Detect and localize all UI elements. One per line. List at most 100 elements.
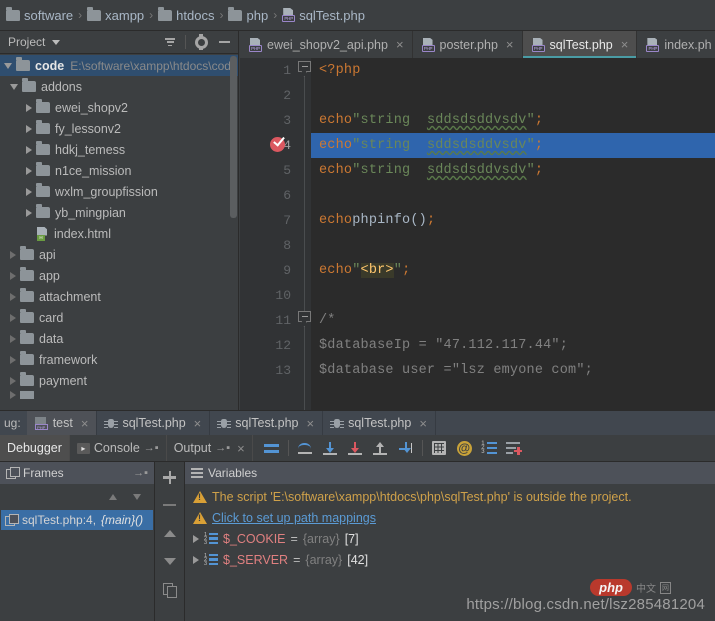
breadcrumb-item-php[interactable]: php <box>228 8 268 23</box>
show-variables-button[interactable]: 123 <box>477 435 502 461</box>
close-icon[interactable]: × <box>506 38 514 51</box>
tree-item-wxlm-groupfission[interactable]: wxlm_groupfission <box>0 181 238 202</box>
tree-item-framework[interactable]: framework <box>0 349 238 370</box>
session-tab-sqltest-3[interactable]: sqlTest.php × <box>323 411 436 435</box>
tab-sqltest-php[interactable]: PHP sqlTest.php × <box>523 31 638 58</box>
tree-item-fy-lessonv2[interactable]: fy_lessonv2 <box>0 118 238 139</box>
evaluate-expression-button[interactable] <box>427 435 452 461</box>
collapse-all-button[interactable] <box>160 33 180 52</box>
tree-item-payment[interactable]: payment <box>0 370 238 391</box>
step-out-button[interactable] <box>368 435 393 461</box>
mute-breakpoints-button[interactable] <box>502 435 527 461</box>
close-icon[interactable]: × <box>307 417 315 430</box>
step-into-button[interactable] <box>318 435 343 461</box>
copy-value-button[interactable] <box>158 578 182 600</box>
tab-output[interactable]: Output →▪ × <box>167 435 253 461</box>
breakpoint-icon[interactable] <box>270 137 285 152</box>
session-tab-sqltest-2[interactable]: sqlTest.php × <box>210 411 323 435</box>
chevron-right-icon[interactable] <box>10 272 16 280</box>
chevron-right-icon[interactable] <box>26 188 32 196</box>
project-tree[interactable]: code E:\software\xampp\htdocs\code addon… <box>0 54 238 410</box>
move-up-button[interactable] <box>158 522 182 544</box>
force-step-into-button[interactable] <box>343 435 368 461</box>
chevron-right-icon[interactable] <box>26 167 32 175</box>
chevron-right-icon[interactable] <box>26 125 32 133</box>
tree-item-partial[interactable] <box>0 391 238 399</box>
code-folding-column[interactable] <box>298 58 311 410</box>
tree-item-card[interactable]: card <box>0 307 238 328</box>
chevron-right-icon[interactable] <box>10 356 16 364</box>
chevron-right-icon[interactable] <box>10 391 16 399</box>
tree-item-hdkj-temess[interactable]: hdkj_temess <box>0 139 238 160</box>
tree-item-attachment[interactable]: attachment <box>0 286 238 307</box>
close-icon[interactable]: × <box>81 417 89 430</box>
chevron-down-icon[interactable] <box>10 84 18 90</box>
frame-down-button[interactable] <box>126 486 148 508</box>
tab-console[interactable]: ▸ Console →▪ <box>70 435 167 461</box>
chevron-right-icon[interactable] <box>26 146 32 154</box>
close-icon[interactable]: × <box>194 417 202 430</box>
watches-icon: @ <box>457 441 472 456</box>
chevron-right-icon[interactable] <box>10 335 16 343</box>
frame-up-button[interactable] <box>102 486 124 508</box>
tree-item-yb-mingpian[interactable]: yb_mingpian <box>0 202 238 223</box>
session-tab-sqltest-1[interactable]: sqlTest.php × <box>97 411 210 435</box>
pin-icon[interactable]: →▪ <box>133 467 148 479</box>
settings-button[interactable] <box>191 33 211 52</box>
chevron-right-icon[interactable] <box>26 104 32 112</box>
close-icon[interactable]: × <box>419 417 427 430</box>
path-mappings-link[interactable]: Click to set up path mappings <box>212 511 376 525</box>
pin-icon[interactable]: →▪ <box>144 442 159 454</box>
tree-item-n1ce-mission[interactable]: n1ce_mission <box>0 160 238 181</box>
remove-watch-button[interactable] <box>158 494 182 516</box>
run-to-cursor-button[interactable] <box>393 435 418 461</box>
tab-debugger[interactable]: Debugger <box>0 435 70 461</box>
close-icon[interactable]: × <box>621 38 629 51</box>
frame-item[interactable]: sqlTest.php:4, {main}() <box>1 510 153 530</box>
fold-marker-line-11[interactable] <box>298 311 311 327</box>
tree-item-data[interactable]: data <box>0 328 238 349</box>
code-editor[interactable]: <?php echo "string sddsdsddvsdv"; echo "… <box>311 58 715 410</box>
tab-ewei-shopv2-api-php[interactable]: PHP ewei_shopv2_api.php × <box>240 31 413 58</box>
variables-path-mapping-row[interactable]: Click to set up path mappings <box>185 507 715 528</box>
fold-marker-line-1[interactable] <box>298 61 311 77</box>
tree-item-index-html[interactable]: H index.html <box>0 223 238 244</box>
tree-item-addons[interactable]: addons <box>0 76 238 97</box>
tab-poster-php[interactable]: PHP poster.php × <box>413 31 523 58</box>
breadcrumb-item-sqltest[interactable]: PHP sqlTest.php <box>282 8 365 23</box>
chevron-right-icon[interactable] <box>10 314 16 322</box>
tree-item-code[interactable]: code E:\software\xampp\htdocs\code <box>0 55 238 76</box>
variable-row-server[interactable]: 123 $_SERVER = {array} [42] <box>185 549 715 570</box>
watches-button[interactable]: @ <box>452 435 477 461</box>
chevron-right-icon[interactable] <box>10 251 16 259</box>
add-watch-button[interactable] <box>158 466 182 488</box>
breadcrumb-item-htdocs[interactable]: htdocs <box>158 8 214 23</box>
project-panel-title[interactable]: Project <box>8 35 45 49</box>
tree-item-ewei-shopv2[interactable]: ewei_shopv2 <box>0 97 238 118</box>
step-over-button[interactable] <box>293 435 318 461</box>
chevron-down-icon[interactable] <box>52 40 60 45</box>
breadcrumb-item-software[interactable]: software <box>6 8 73 23</box>
pin-icon[interactable]: →▪ <box>215 442 230 454</box>
chevron-right-icon[interactable] <box>10 377 16 385</box>
session-tab-test[interactable]: PHP test × <box>27 411 98 435</box>
editor-gutter[interactable]: 1 2 3 4 5 6 7 8 9 10 11 12 13 <box>240 58 298 410</box>
chevron-right-icon[interactable] <box>10 293 16 301</box>
tab-index-php[interactable]: PHP index.ph <box>637 31 715 58</box>
close-icon[interactable]: × <box>396 38 404 51</box>
move-down-button[interactable] <box>158 550 182 572</box>
variable-row-cookie[interactable]: 123 $_COOKIE = {array} [7] <box>185 528 715 549</box>
frames-list[interactable]: sqlTest.php:4, {main}() <box>0 510 154 621</box>
breadcrumb-item-xampp[interactable]: xampp <box>87 8 144 23</box>
chevron-right-icon[interactable] <box>26 209 32 217</box>
tree-item-app[interactable]: app <box>0 265 238 286</box>
tree-item-api[interactable]: api <box>0 244 238 265</box>
close-icon[interactable]: × <box>237 442 245 455</box>
line-number-with-breakpoint[interactable]: 4 <box>240 133 298 158</box>
resume-program-button[interactable] <box>259 435 284 461</box>
hide-panel-button[interactable] <box>214 33 234 52</box>
project-tree-scrollbar[interactable] <box>230 56 237 218</box>
chevron-right-icon[interactable] <box>193 556 199 564</box>
chevron-down-icon[interactable] <box>4 63 12 69</box>
chevron-right-icon[interactable] <box>193 535 199 543</box>
